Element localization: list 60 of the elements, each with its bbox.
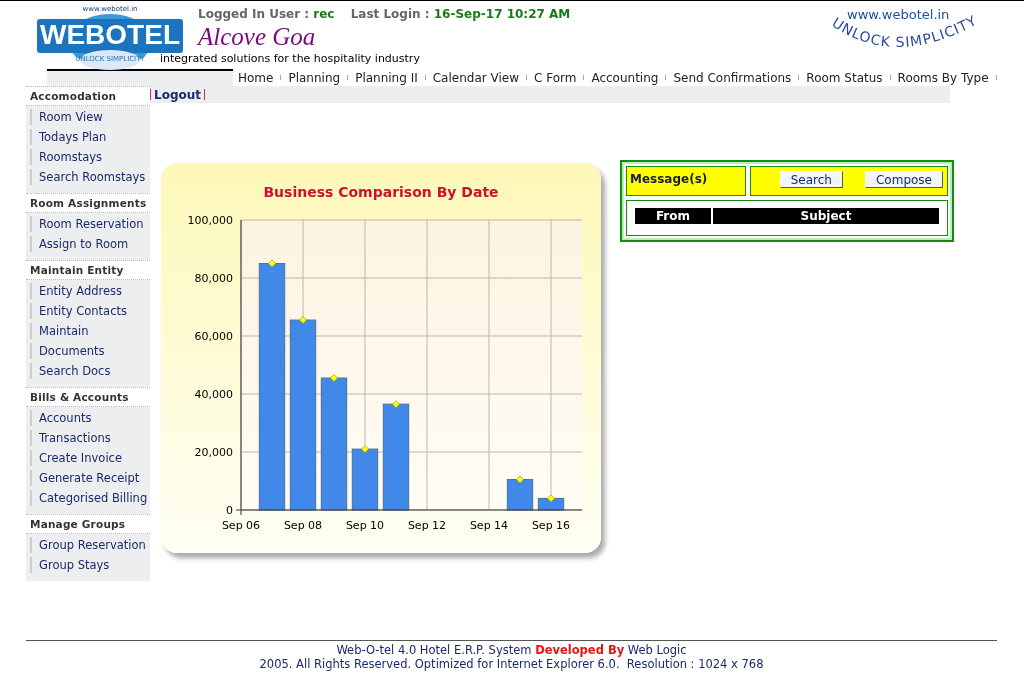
data-point-marker [516,475,524,484]
footer-copyright: 2005. All Rights Reserved. Optimized for Internet Explorer 6.0. Resolution : 1024 x 768 [258,657,765,671]
column-header: From [635,208,711,224]
chart-title: Business Comparison By Date [263,184,499,200]
sidebar-link[interactable]: Create Invoice [30,450,150,466]
bar [537,497,565,511]
sidebar-link[interactable]: Generate Receipt [30,470,150,486]
x-axis-label: Sep 10 [345,519,385,532]
data-point-marker [330,374,338,382]
hotel-name: Alcove Goa [198,23,317,51]
x-axis-label: Sep 08 [283,519,323,532]
column-header: Subject [713,208,939,224]
sidebar-link[interactable]: Assign to Room [30,236,150,252]
data-point-marker [268,259,276,268]
message-button[interactable]: Search [779,171,843,188]
y-axis-label: 0 [226,504,233,517]
y-axis-label: 80,000 [194,272,233,285]
last-login-time: 16-Sep-17 10:27 AM [433,7,571,21]
sidebar-link[interactable]: Search Roomstays [30,169,150,185]
sidebar-link[interactable]: Entity Contacts [30,303,150,319]
sidebar-section-title: Room Assignments [26,193,150,213]
logout-link[interactable]: Logout [154,87,201,102]
y-axis-label: 40,000 [194,388,233,401]
sidebar-section-title: Manage Groups [26,514,150,534]
sidebar-link[interactable]: Todays Plan [30,129,150,145]
sidebar-link[interactable]: Roomstays [30,149,150,165]
x-axis-label: Sep 12 [407,519,447,532]
sidebar-section-title: Maintain Entity [26,260,150,280]
sidebar-link[interactable]: Group Reservation [30,537,150,553]
last-login-label: Last Login : [350,7,430,21]
bar [506,479,534,511]
sidebar-link[interactable]: Group Stays [30,557,150,573]
data-point-marker [392,400,400,408]
sidebar-section-title: Bills & Accounts [26,387,150,407]
tagline: integrated solutions for the hospitality industry [160,53,421,63]
user-name: rec [313,7,335,21]
sidebar-link[interactable]: Accounts [30,410,150,426]
x-axis-label: Sep 14 [469,519,509,532]
sidebar-link[interactable]: Documents [30,343,150,359]
y-axis-label: 100,000 [187,214,233,227]
x-axis-label: Sep 06 [221,519,261,532]
message-button[interactable]: Compose [865,171,943,188]
data-point-marker [361,445,369,453]
footer-credits: Web-O-tel 4.0 Hotel E.R.P. System Developed By Web Logic [335,643,688,657]
sidebar-link[interactable]: Categorised Billing [30,490,150,506]
sidebar-link[interactable]: Room View [30,109,150,125]
messages-title: Message(s) [626,166,746,196]
y-axis-label: 20,000 [194,446,233,459]
sidebar-link[interactable]: Search Docs [30,363,150,379]
x-axis-label: Sep 16 [531,519,571,532]
sidebar-link[interactable]: Transactions [30,430,150,446]
logged-in-label: Logged In User : [198,7,310,21]
sidebar-link[interactable]: Maintain [30,323,150,339]
sidebar-section-title: Accomodation [26,86,150,106]
y-axis-label: 60,000 [194,330,233,343]
sidebar-link[interactable]: Room Reservation [30,216,150,232]
sidebar-link[interactable]: Entity Address [30,283,150,299]
data-point-marker [299,316,307,324]
bar [351,448,379,511]
data-point-marker [547,494,555,503]
